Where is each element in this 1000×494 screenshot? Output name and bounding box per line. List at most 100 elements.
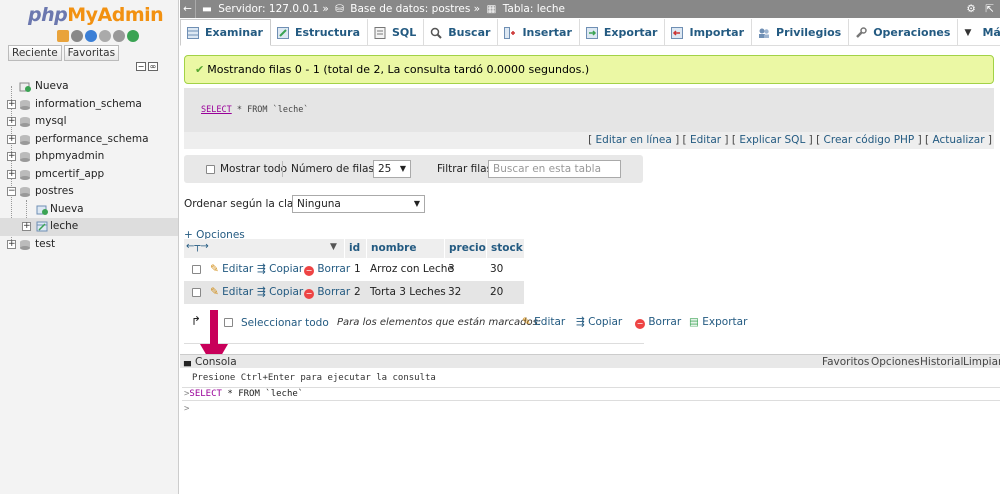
cell-id[interactable]: 1 (350, 258, 361, 281)
link-edit[interactable]: Editar (690, 134, 721, 146)
sort-select[interactable]: Ninguna ▼ (292, 195, 425, 213)
expand-icon[interactable]: + (7, 169, 16, 179)
tab-operaciones[interactable]: Operaciones (849, 19, 959, 46)
cell-precio[interactable]: 3 (444, 258, 455, 281)
tree-item-test[interactable]: + test (0, 236, 178, 254)
tree-item-leche[interactable]: + leche (0, 218, 178, 236)
help-icon[interactable] (85, 30, 97, 42)
bulk-copy-button[interactable]: ⇶ Copiar (576, 316, 622, 328)
tab-recent[interactable]: Reciente (8, 45, 62, 61)
copy-action[interactable]: ⇶ Copiar (257, 258, 303, 281)
collapse-icon[interactable]: − (7, 187, 16, 196)
tree-item-new[interactable]: Nueva (0, 78, 178, 96)
delete-icon: − (635, 319, 645, 329)
table-row: ✎ Editar ⇶ Copiar − Borrar 2 Torta 3 Lec… (184, 281, 524, 304)
column-header-nombre[interactable]: nombre (366, 239, 444, 258)
link-icon[interactable]: ∞ (148, 62, 158, 71)
breadcrumb-table[interactable]: Tabla: leche (503, 3, 565, 15)
column-header-precio[interactable]: precio (444, 239, 486, 258)
column-resize-icon[interactable]: ←┬→ (186, 241, 209, 252)
collapse-icon[interactable]: ⇱ (985, 3, 994, 15)
tab-insertar[interactable]: Insertar (498, 19, 580, 46)
reload-icon[interactable] (127, 30, 139, 42)
phpmyadmin-logo[interactable]: phpMyAdmin (28, 4, 164, 26)
tab-favorites[interactable]: Favoritas (63, 45, 120, 61)
back-arrow-icon[interactable]: ← (180, 0, 196, 18)
copy-action[interactable]: ⇶ Copiar (257, 281, 303, 304)
console-input[interactable]: > (184, 404, 189, 414)
console-link-favoritos[interactable]: Favoritos (822, 355, 869, 369)
gear-icon[interactable] (113, 30, 125, 42)
tab-examinar[interactable]: Examinar (180, 19, 271, 46)
sort-caret-icon[interactable]: ▼ (330, 242, 337, 252)
rows-select[interactable]: 25 ▼ (373, 160, 411, 178)
expand-icon[interactable]: + (7, 239, 16, 249)
console-link-historial[interactable]: Historial (920, 355, 963, 369)
gear-icon[interactable]: ⚙ (966, 3, 975, 15)
tab-sql[interactable]: SQL (368, 19, 425, 46)
console-link-limpiar[interactable]: Limpiar (963, 355, 1000, 369)
divider (182, 400, 1000, 401)
tree-item-new-table[interactable]: Nueva (0, 201, 178, 219)
collapse-all-icon[interactable]: − (136, 62, 146, 71)
link-refresh[interactable]: Actualizar (932, 134, 984, 146)
tree-item-performance-schema[interactable]: + performance_schema (0, 131, 178, 149)
database-icon (20, 99, 30, 110)
console-hint: Presione Ctrl+Enter para ejecutar la con… (192, 373, 436, 383)
bulk-edit-button[interactable]: ✎ Editar (522, 316, 565, 328)
row-checkbox[interactable] (192, 265, 201, 274)
expand-icon[interactable]: + (7, 99, 16, 109)
cell-id[interactable]: 2 (350, 281, 361, 304)
caret-down-icon: ▼ (964, 27, 972, 38)
expand-icon[interactable]: + (7, 117, 16, 126)
show-all-checkbox[interactable] (206, 165, 215, 174)
tab-estructura[interactable]: Estructura (271, 19, 368, 46)
tab-privilegios[interactable]: Privilegios (752, 19, 850, 46)
tree-item-information-schema[interactable]: + information_schema (0, 96, 178, 114)
link-create-php[interactable]: Crear código PHP (824, 134, 915, 146)
console-history-entry[interactable]: >SELECT * FROM `leche` (184, 389, 303, 399)
breadcrumb-server[interactable]: Servidor: 127.0.0.1 » (218, 3, 329, 15)
tab-exportar[interactable]: Exportar (580, 19, 666, 46)
breadcrumb-database[interactable]: Base de datos: postres » (350, 3, 480, 15)
column-header-id[interactable]: id (344, 239, 366, 258)
cell-stock[interactable]: 30 (486, 258, 503, 281)
tab-importar[interactable]: Importar (665, 19, 753, 46)
console-bar[interactable]: ▄ Consola Favoritos Opciones Historial L… (180, 354, 1000, 368)
cell-stock[interactable]: 20 (486, 281, 503, 304)
expand-icon[interactable]: + (7, 152, 16, 161)
tree-item-pmcertif-app[interactable]: + pmcertif_app (0, 166, 178, 184)
link-explain-sql[interactable]: Explicar SQL (739, 134, 805, 146)
tab-mas[interactable]: ▼Más (958, 19, 1000, 46)
marked-label: Para los elementos que están marcados: (337, 317, 542, 328)
console-link-opciones[interactable]: Opciones (871, 355, 920, 369)
edit-action[interactable]: ✎ Editar (210, 258, 253, 281)
filter-rows-input[interactable]: Buscar en esta tabla (488, 160, 621, 178)
edit-action[interactable]: ✎ Editar (210, 281, 253, 304)
tree-item-phpmyadmin[interactable]: + phpmyadmin (0, 148, 178, 166)
docs-icon[interactable] (99, 30, 111, 42)
table-icon: ▦ (486, 3, 497, 15)
tree-item-postres[interactable]: − postres (0, 183, 178, 201)
link-edit-inline[interactable]: Editar en línea (596, 134, 672, 146)
bulk-export-button[interactable]: ▤ Exportar (689, 316, 747, 328)
sql-keyword[interactable]: SELECT (201, 105, 232, 115)
column-header-stock[interactable]: stock (486, 239, 524, 258)
cell-nombre[interactable]: Torta 3 Leches (366, 281, 446, 304)
console-title[interactable]: Consola (195, 355, 237, 369)
delete-action[interactable]: − Borrar (304, 258, 350, 281)
structure-icon (276, 26, 289, 39)
expand-icon[interactable]: + (22, 222, 31, 231)
tab-buscar[interactable]: Buscar (424, 19, 499, 46)
logout-icon[interactable] (71, 30, 83, 42)
row-checkbox[interactable] (192, 288, 201, 297)
cell-nombre[interactable]: Arroz con Leche (366, 258, 454, 281)
show-all-label: Mostrar todo (220, 163, 288, 175)
home-icon[interactable] (57, 30, 69, 42)
cell-precio[interactable]: 32 (444, 281, 461, 304)
delete-action[interactable]: − Borrar (304, 281, 350, 304)
expand-icon[interactable]: + (7, 134, 16, 144)
select-all-label[interactable]: Seleccionar todo (241, 317, 329, 329)
tree-item-mysql[interactable]: + mysql (0, 113, 178, 131)
bulk-delete-button[interactable]: − Borrar (635, 316, 681, 329)
